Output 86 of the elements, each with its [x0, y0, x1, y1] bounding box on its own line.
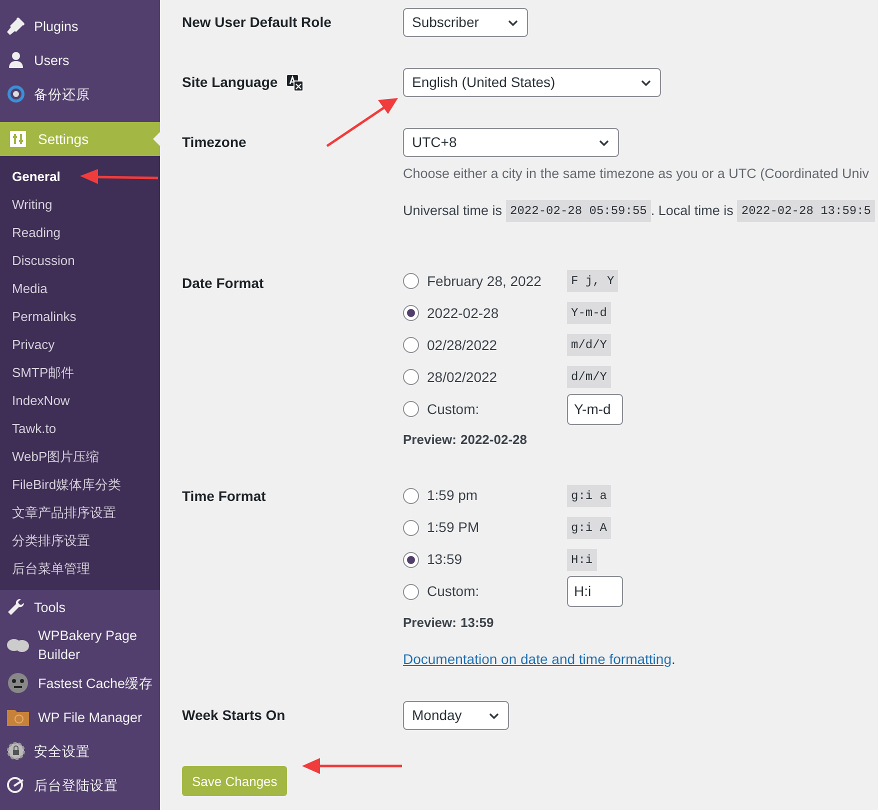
submenu-item[interactable]: Tawk.to [0, 415, 160, 443]
radio-button[interactable] [403, 401, 419, 418]
radio-label: February 28, 2022 [427, 272, 542, 291]
submenu-item[interactable]: 文章产品排序设置 [0, 499, 160, 527]
translate-icon [286, 74, 304, 92]
setting-label: Site Language [182, 73, 278, 92]
format-code: H:i [567, 548, 597, 571]
menu-item[interactable]: Plugins [0, 9, 160, 43]
menu-item[interactable]: 备份还原 [0, 77, 160, 111]
format-code: Y-m-d [567, 302, 612, 324]
preview-label: Preview: [403, 431, 456, 450]
timezone-select[interactable]: UTC+8 [403, 128, 619, 157]
radio-button[interactable] [403, 520, 419, 536]
radio-label: 1:59 pm [427, 486, 478, 506]
submenu-item[interactable]: FileBird媒体库分类 [0, 471, 160, 499]
radio-label: Custom: [427, 400, 480, 419]
submenu-item[interactable]: General [0, 163, 160, 191]
submenu-item[interactable]: IndexNow [0, 387, 160, 415]
menu-item[interactable]: WPBakery Page Builder [0, 624, 160, 666]
sliders-icon [8, 129, 28, 149]
format-code: g:i a [567, 484, 612, 507]
radio-button[interactable] [403, 552, 419, 568]
submenu-item[interactable]: Privacy [0, 331, 160, 359]
menu-item[interactable]: Fastest Cache缓存 [0, 666, 160, 700]
radio-label: Custom: [427, 582, 480, 602]
submenu-item[interactable]: Reading [0, 219, 160, 247]
radio-button[interactable] [403, 305, 419, 322]
animal-head-icon [6, 671, 30, 695]
menu-item[interactable]: 安全设置 [0, 734, 160, 768]
time-label: . Local time is [650, 202, 734, 220]
setting-label: New User Default Role [182, 13, 332, 32]
setting-label: Date Format [182, 274, 264, 294]
menu-item[interactable]: 后台登陆设置 [0, 768, 160, 802]
submenu-item[interactable]: Discussion [0, 247, 160, 275]
submenu-item[interactable]: Media [0, 275, 160, 303]
plug-icon [6, 16, 26, 36]
select-value: Subscriber [412, 13, 479, 32]
submenu-item[interactable]: 分类排序设置 [0, 527, 160, 555]
radio-button[interactable] [403, 488, 419, 504]
time-label: Universal time is [403, 202, 502, 220]
select-value: English (United States) [412, 73, 556, 92]
radio-label: 02/28/2022 [427, 336, 498, 355]
format-code: m/d/Y [567, 334, 612, 356]
menu-item[interactable]: WP File Manager [0, 700, 160, 734]
submenu-item[interactable]: 后台菜单管理 [0, 555, 160, 583]
format-code: 2022-02-28 13:59:5 [737, 200, 876, 222]
preview-value: 13:59 [460, 614, 494, 632]
wrench-icon [6, 597, 26, 617]
radio-button[interactable] [403, 369, 419, 386]
menu-pointer-icon [153, 132, 160, 146]
menu-item[interactable]: Users [0, 43, 160, 77]
preview-value: 2022-02-28 [460, 431, 527, 450]
link-suffix: . [672, 650, 676, 670]
custom-format-field[interactable]: H:i [567, 576, 623, 608]
preview-label: Preview: [403, 614, 456, 632]
format-code: d/m/Y [567, 366, 612, 388]
radio-button[interactable] [403, 584, 419, 600]
timezone-description: Choose either a city in the same timezone as you or a UTC (Coordinated Univ [403, 165, 870, 183]
format-code: g:i A [567, 516, 612, 539]
radio-label: 28/02/2022 [427, 368, 498, 387]
select-value: Monday [412, 706, 462, 726]
week-start-select[interactable]: Monday [403, 701, 509, 730]
language-select[interactable]: English (United States) [403, 68, 661, 97]
menu-item[interactable]: Tools [0, 590, 160, 624]
radio-label: 2022-02-28 [427, 304, 499, 323]
annotation-arrow [326, 98, 398, 148]
select-value: UTC+8 [412, 133, 457, 152]
submenu-item[interactable]: Writing [0, 191, 160, 219]
radio-button[interactable] [403, 273, 419, 290]
folder-icon [6, 707, 30, 727]
setting-label: Week Starts On [182, 706, 286, 726]
radio-label: 13:59 [427, 550, 462, 570]
setting-label: Time Format [182, 486, 266, 506]
radio-label: 1:59 PM [427, 518, 480, 538]
submenu-item[interactable]: Permalinks [0, 303, 160, 331]
submenu-item[interactable]: WebP图片压缩 [0, 443, 160, 471]
format-code: 2022-02-28 05:59:55 [506, 200, 651, 222]
radio-button[interactable] [403, 337, 419, 354]
documentation-link[interactable]: Documentation on date and time formatting [403, 649, 672, 670]
gear-lock-icon [6, 741, 26, 761]
setting-label: Timezone [182, 133, 246, 152]
submenu-item[interactable]: SMTP邮件 [0, 359, 160, 387]
user-icon [6, 50, 26, 70]
format-code: F j, Y [567, 270, 618, 292]
role-select[interactable]: Subscriber [403, 8, 528, 37]
custom-format-field[interactable]: Y-m-d [567, 394, 623, 425]
